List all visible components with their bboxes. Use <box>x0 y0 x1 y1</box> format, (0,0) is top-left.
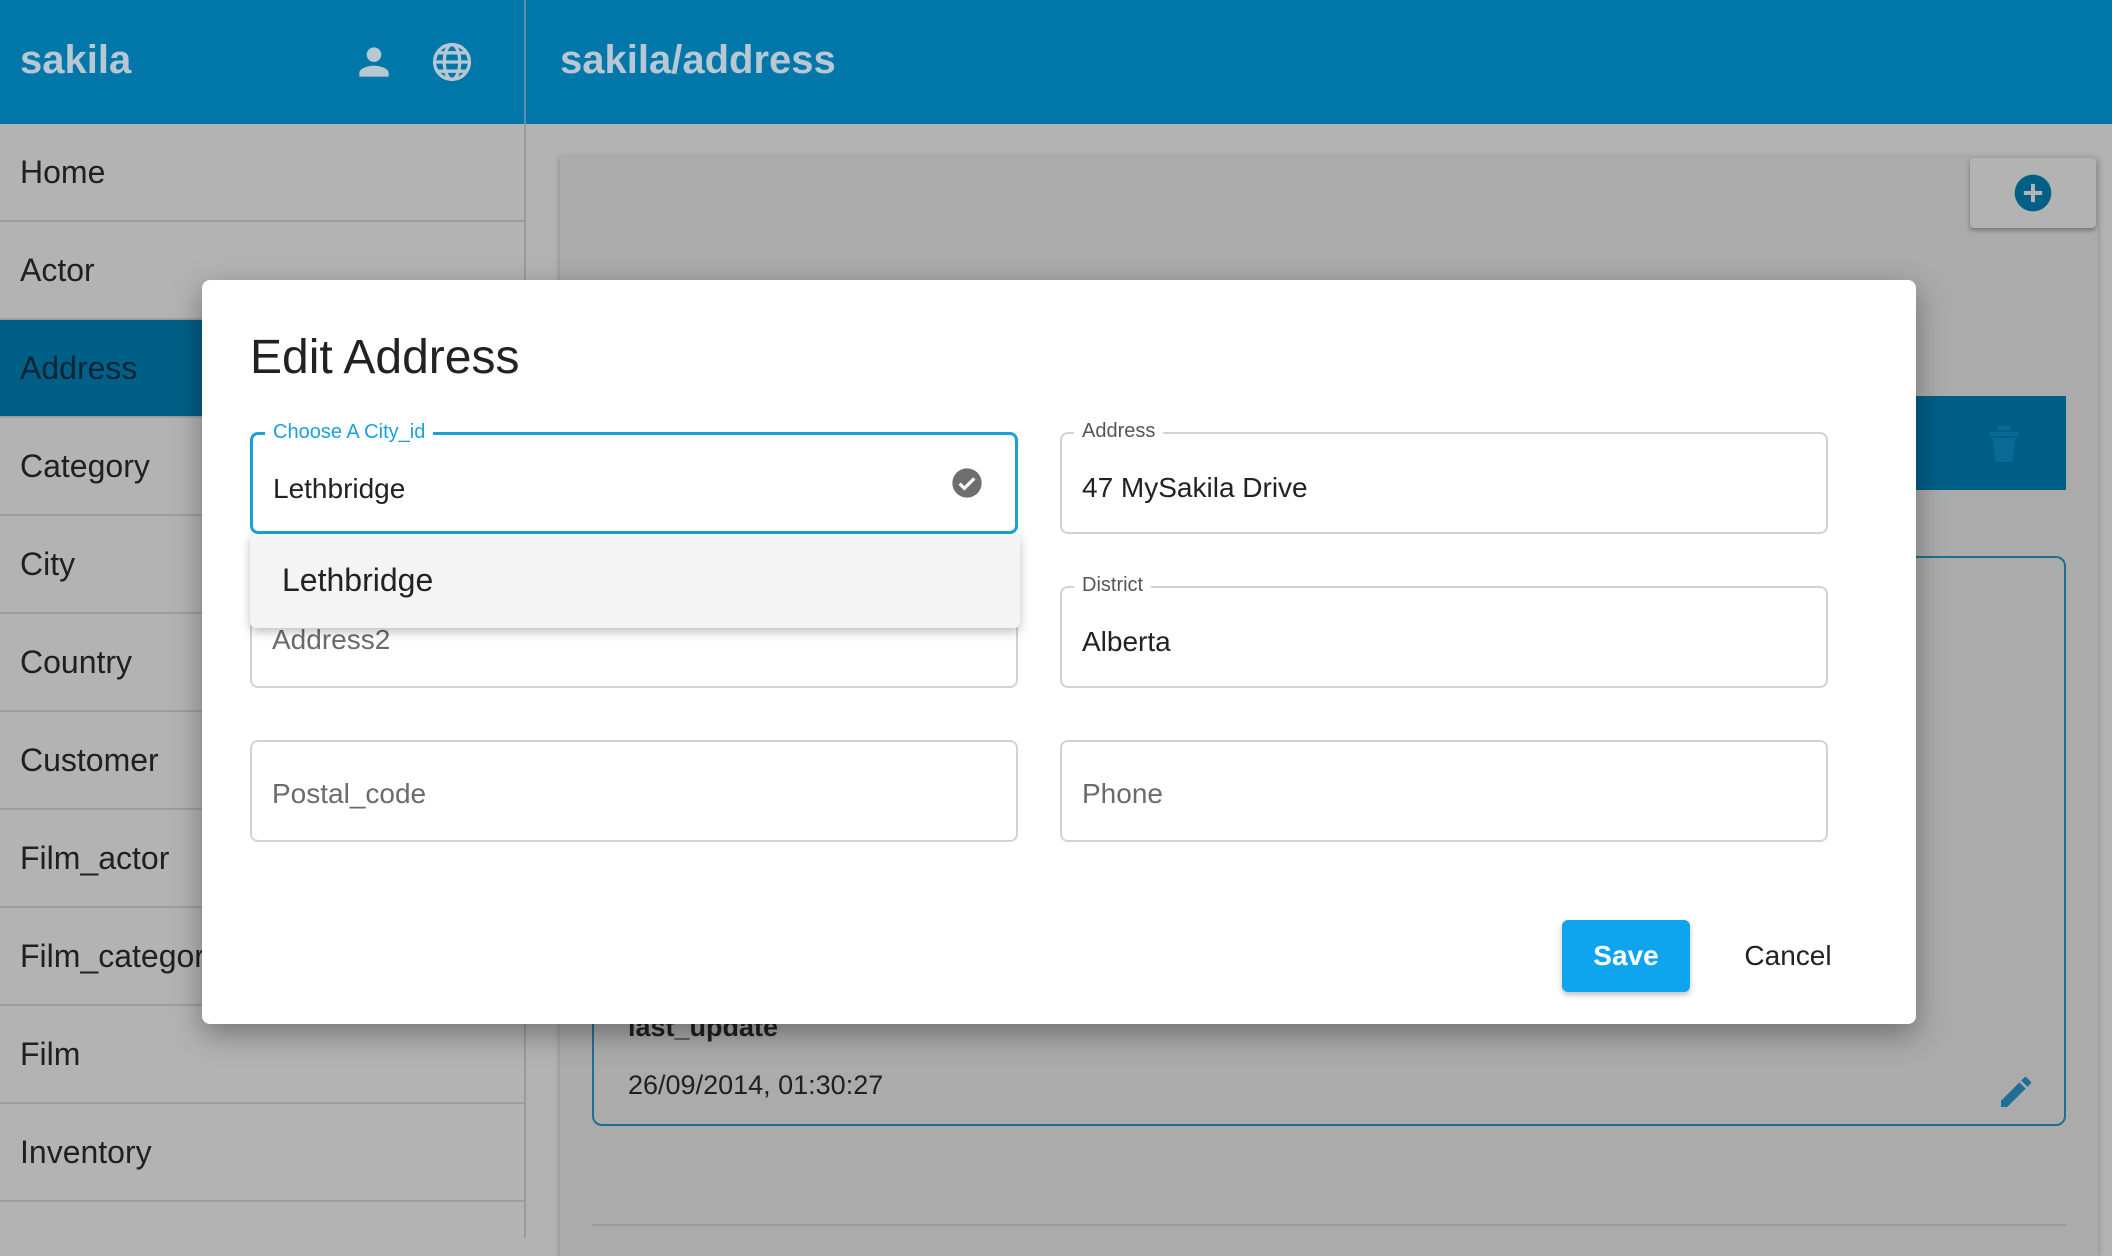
city-field-value: Lethbridge <box>273 473 406 504</box>
sidebar-header: sakila <box>0 0 526 124</box>
save-button[interactable]: Save <box>1562 920 1690 992</box>
city-select-field[interactable]: Choose A City_id Lethbridge <box>250 421 1018 534</box>
add-button[interactable] <box>1970 158 2096 228</box>
district-field[interactable]: District Alberta <box>1060 574 1828 688</box>
city-field-label: Choose A City_id <box>265 421 434 444</box>
sidebar-item-inventory[interactable]: Inventory <box>0 1104 524 1202</box>
address-field[interactable]: Address 47 MySakila Drive <box>1060 420 1828 534</box>
divider <box>592 1224 2066 1226</box>
app-title: sakila <box>20 38 132 82</box>
address-field-value: 47 MySakila Drive <box>1082 472 1308 503</box>
record-field-value: 26/09/2014, 01:30:27 <box>628 1070 884 1100</box>
postal-code-placeholder: Postal_code <box>272 778 427 809</box>
sidebar-item-home[interactable]: Home <box>0 124 524 222</box>
city-dropdown-menu: Lethbridge <box>250 534 1020 628</box>
cancel-button[interactable]: Cancel <box>1732 920 1844 992</box>
pencil-icon[interactable] <box>1996 1072 2036 1117</box>
globe-icon[interactable] <box>430 40 474 84</box>
main-header: sakila/address <box>526 0 2112 124</box>
selected-row-strip <box>1916 396 2066 490</box>
district-field-value: Alberta <box>1082 626 1171 657</box>
address-field-label: Address <box>1074 420 1164 443</box>
plus-circle-icon <box>2014 174 2052 212</box>
postal-code-field[interactable]: Postal_code <box>250 740 1018 842</box>
edit-address-dialog: Edit Address Choose A City_id Lethbridge… <box>202 280 1916 1024</box>
page-title: sakila/address <box>560 38 836 82</box>
trash-icon[interactable] <box>1988 424 2020 464</box>
city-option[interactable]: Lethbridge <box>282 562 433 599</box>
person-icon[interactable] <box>352 40 396 84</box>
district-field-label: District <box>1074 574 1152 597</box>
dialog-title: Edit Address <box>250 331 520 384</box>
address2-placeholder: Address2 <box>272 624 391 655</box>
check-circle-icon <box>951 467 983 504</box>
phone-placeholder: Phone <box>1082 778 1163 809</box>
phone-field[interactable]: Phone <box>1060 740 1828 842</box>
